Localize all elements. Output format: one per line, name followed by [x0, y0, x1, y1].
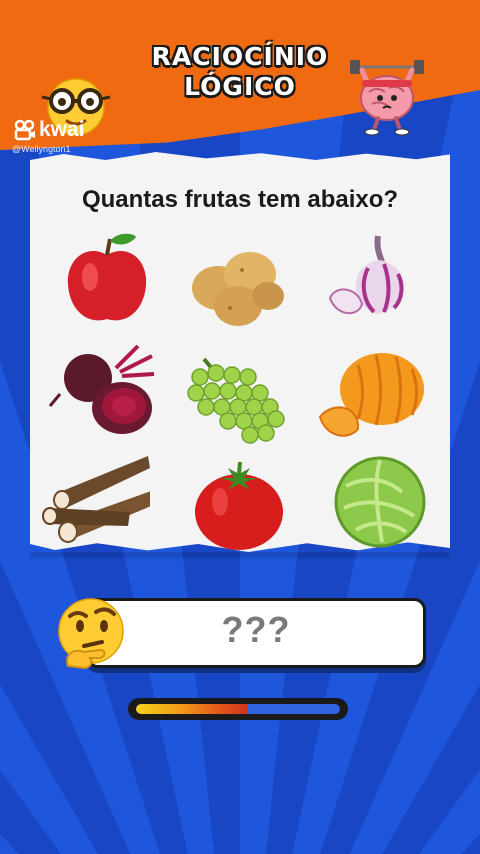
creator-handle: @Wellyngton1 [12, 144, 71, 154]
cassava-icon [40, 450, 156, 560]
answer-placeholder: ??? [221, 609, 291, 650]
timer-track [136, 704, 340, 714]
timer-fill [136, 704, 249, 714]
grapes-icon [184, 345, 294, 455]
kwai-logo: kwai [14, 118, 85, 142]
cabbage-icon [326, 446, 436, 556]
kwai-brand-text: kwai [39, 118, 85, 141]
tangerine-icon [318, 345, 428, 455]
apple-icon [52, 225, 162, 335]
tomato-icon [184, 452, 294, 562]
kwai-logo-icon [14, 119, 35, 141]
question-text: Quantas frutas tem abaixo? [81, 186, 399, 213]
brain-mascot-icon [350, 60, 424, 136]
garlic-icon [318, 228, 428, 338]
thinking-emoji-icon [58, 598, 124, 670]
potato-icon [180, 230, 290, 340]
beet-icon [46, 338, 156, 448]
